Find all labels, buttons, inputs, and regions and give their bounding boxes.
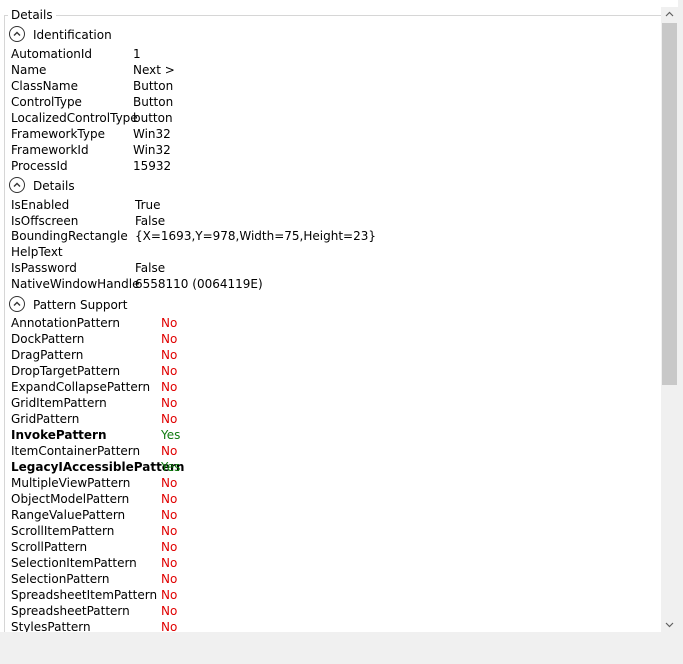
pattern-name: MultipleViewPattern: [11, 476, 131, 490]
property-value: Win32: [133, 127, 171, 141]
property-value: Next >: [133, 63, 175, 77]
property-name: LocalizedControlType: [11, 111, 138, 125]
pattern-value: No: [161, 492, 178, 506]
pattern-name: GridItemPattern: [11, 396, 107, 410]
scroll-down-arrow-icon[interactable]: [664, 619, 675, 630]
section-details-label: Details: [33, 179, 75, 193]
pattern-value: No: [161, 476, 178, 490]
pattern-value: No: [161, 332, 178, 346]
details-group-title: Details: [8, 7, 56, 23]
pattern-name: ObjectModelPattern: [11, 492, 130, 506]
property-name: Name: [11, 63, 47, 77]
property-value: 15932: [133, 159, 172, 173]
property-name: FrameworkType: [11, 127, 105, 141]
property-value: Button: [133, 79, 174, 93]
details-panel: Details Identification AutomationId 1 Nam…: [0, 0, 678, 632]
pattern-value: No: [161, 556, 178, 570]
pattern-value: No: [161, 604, 178, 618]
pattern-name: ScrollItemPattern: [11, 524, 115, 538]
property-name: ProcessId: [11, 159, 68, 173]
property-value: 6558110 (0064119E): [135, 277, 263, 291]
property-value: False: [135, 261, 166, 275]
pattern-name: SelectionPattern: [11, 572, 110, 586]
pattern-value: No: [161, 444, 178, 458]
pattern-value: No: [161, 316, 178, 330]
section-identification-label: Identification: [33, 28, 112, 42]
pattern-name: InvokePattern: [11, 428, 107, 442]
pattern-name: LegacyIAccessiblePattern: [11, 460, 185, 474]
property-name: ClassName: [11, 79, 78, 93]
property-value: Button: [133, 95, 174, 109]
property-value: 1: [133, 47, 141, 61]
property-name: ControlType: [11, 95, 82, 109]
property-name: HelpText: [11, 245, 63, 259]
pattern-value: No: [161, 348, 178, 362]
property-name: BoundingRectangle: [11, 229, 128, 243]
property-name: IsPassword: [11, 261, 77, 275]
pattern-name: SpreadsheetPattern: [11, 604, 130, 618]
pattern-name: ItemContainerPattern: [11, 444, 141, 458]
pattern-name: RangeValuePattern: [11, 508, 126, 522]
pattern-value: No: [161, 508, 178, 522]
pattern-value: No: [161, 540, 178, 554]
pattern-name: GridPattern: [11, 412, 80, 426]
pattern-value: No: [161, 524, 178, 538]
scroll-up-arrow-icon[interactable]: [664, 9, 675, 20]
window-edge: [678, 0, 683, 632]
collapse-icon[interactable]: [9, 296, 25, 312]
pattern-name: SelectionItemPattern: [11, 556, 137, 570]
property-name: NativeWindowHandle: [11, 277, 140, 291]
property-name: IsOffscreen: [11, 214, 79, 228]
section-pattern-support-label: Pattern Support: [33, 298, 128, 312]
property-name: IsEnabled: [11, 198, 70, 212]
property-value: {X=1693,Y=978,Width=75,Height=23}: [135, 229, 376, 243]
pattern-name: SpreadsheetItemPattern: [11, 588, 158, 602]
pattern-name: ExpandCollapsePattern: [11, 380, 151, 394]
collapse-icon[interactable]: [9, 177, 25, 193]
pattern-name: DragPattern: [11, 348, 84, 362]
pattern-value: Yes: [161, 428, 181, 442]
property-value: Win32: [133, 143, 171, 157]
pattern-value: No: [161, 620, 178, 632]
pattern-name: DockPattern: [11, 332, 85, 346]
pattern-name: AnnotationPattern: [11, 316, 120, 330]
bottom-bar: [0, 632, 683, 664]
property-value: button: [133, 111, 173, 125]
pattern-value: No: [161, 396, 178, 410]
pattern-value: No: [161, 572, 178, 586]
property-value: True: [135, 198, 161, 212]
property-name: AutomationId: [11, 47, 93, 61]
pattern-name: ScrollPattern: [11, 540, 88, 554]
collapse-icon[interactable]: [9, 26, 25, 42]
pattern-value: No: [161, 412, 178, 426]
pattern-value: No: [161, 380, 178, 394]
pattern-name: StylesPattern: [11, 620, 91, 632]
pattern-value: No: [161, 588, 178, 602]
pattern-value: Yes: [161, 460, 181, 474]
property-value: False: [135, 214, 166, 228]
property-name: FrameworkId: [11, 143, 89, 157]
pattern-value: No: [161, 364, 178, 378]
pattern-name: DropTargetPattern: [11, 364, 121, 378]
scrollbar-thumb[interactable]: [662, 23, 677, 385]
vertical-scrollbar[interactable]: [661, 7, 678, 632]
